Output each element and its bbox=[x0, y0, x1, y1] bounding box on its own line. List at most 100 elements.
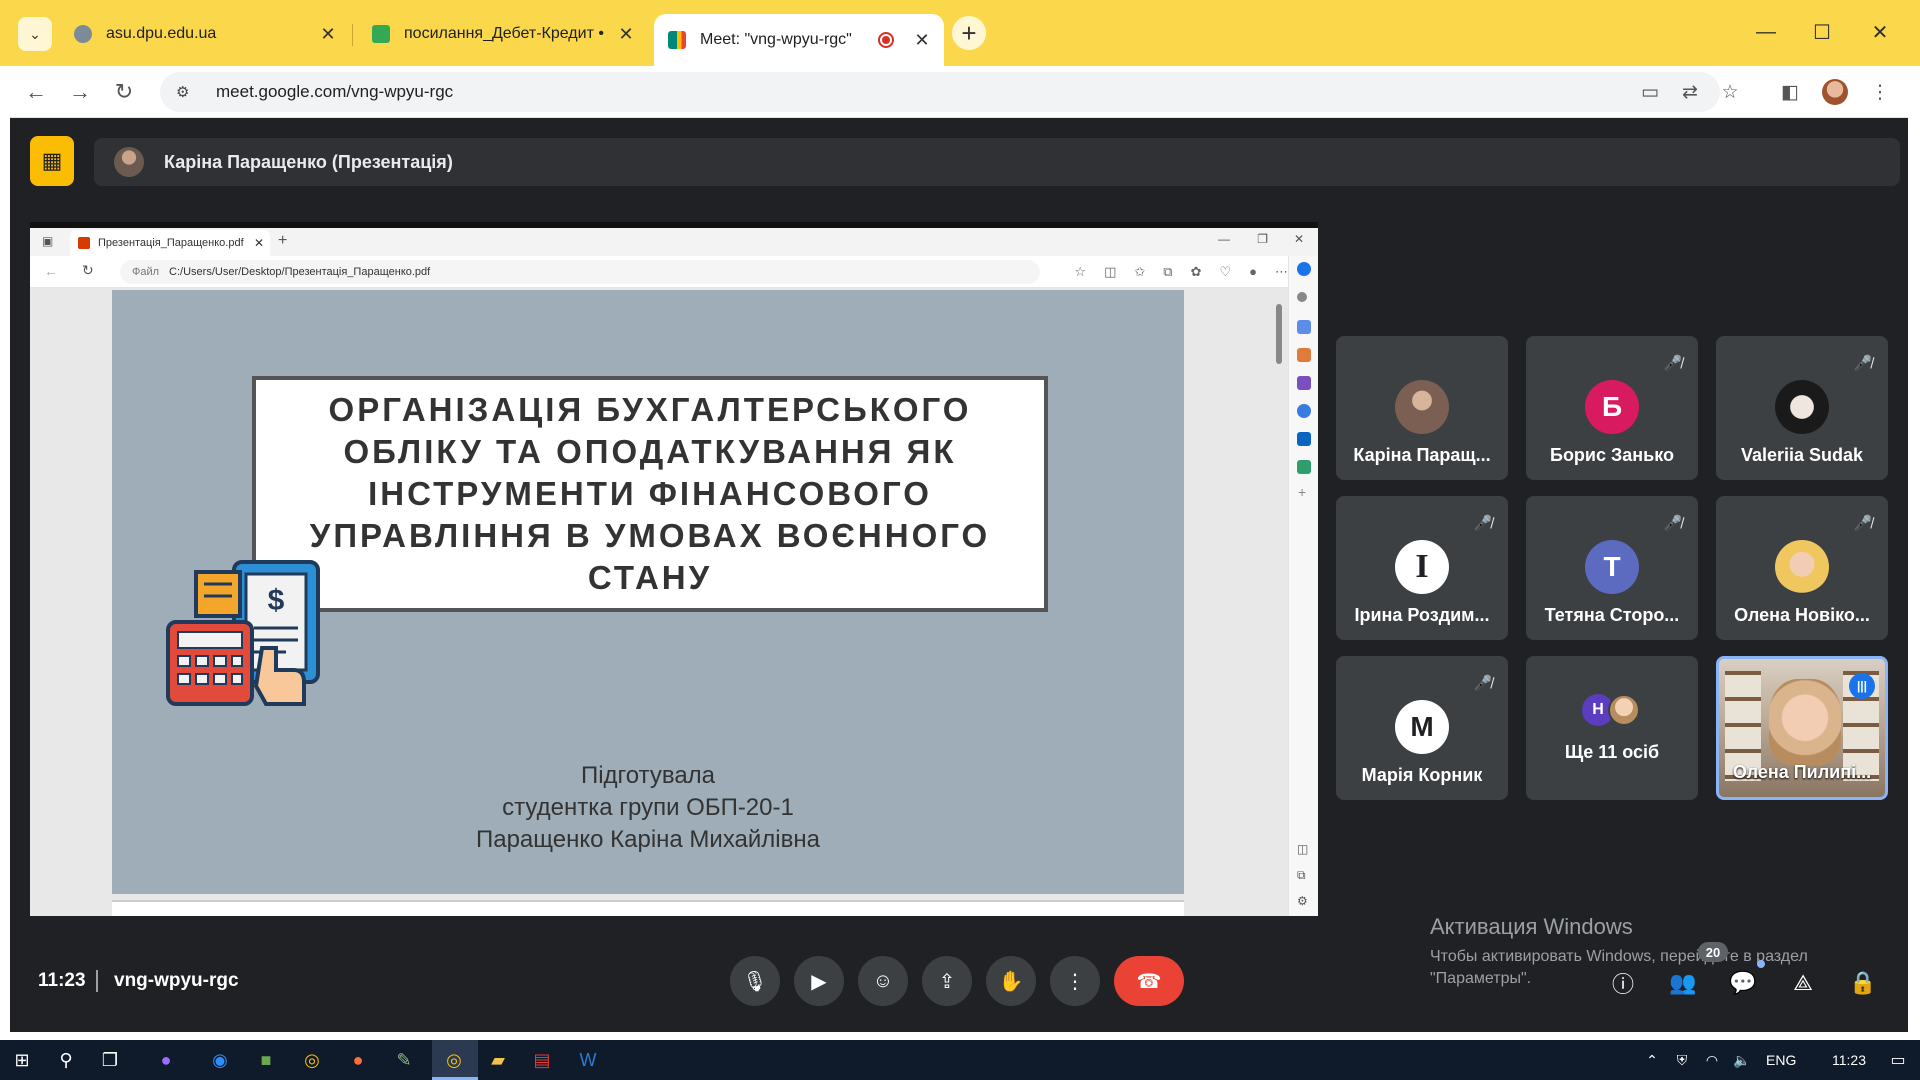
close-tab-icon[interactable]: ✕ bbox=[912, 30, 932, 51]
word-icon[interactable]: W bbox=[576, 1048, 600, 1072]
people-button[interactable]: 👥 bbox=[1668, 968, 1698, 998]
tab-search-button[interactable]: ⌄ bbox=[18, 17, 52, 51]
windows-security-icon[interactable]: ⛨ bbox=[1670, 1048, 1694, 1072]
taskbar-clock[interactable]: 11:23 bbox=[1832, 1052, 1866, 1068]
profile-avatar[interactable] bbox=[1822, 79, 1848, 105]
participant-avatar: I bbox=[1395, 540, 1449, 594]
participant-tile[interactable]: T 🎤̸ Тетяна Сторо... bbox=[1526, 496, 1698, 640]
browser-tab-debet-kredyt[interactable]: посилання_Дебет-Кредит • ko ✕ bbox=[358, 14, 648, 54]
close-tab-icon[interactable]: ✕ bbox=[318, 24, 338, 45]
divider bbox=[96, 970, 98, 992]
close-tab-icon[interactable]: ✕ bbox=[616, 24, 636, 45]
participant-avatar bbox=[1775, 540, 1829, 594]
camera-in-use-icon[interactable]: ▭ bbox=[1636, 78, 1664, 106]
notifications-icon[interactable]: ▭ bbox=[1886, 1048, 1910, 1072]
back-button[interactable]: ← bbox=[20, 76, 52, 108]
input-language[interactable]: ENG bbox=[1766, 1052, 1796, 1068]
people-icon: 👥 bbox=[1669, 970, 1697, 995]
participant-tile[interactable]: I 🎤̸ Ірина Роздим... bbox=[1336, 496, 1508, 640]
app-icon[interactable]: ✎ bbox=[392, 1048, 416, 1072]
participant-name: Каріна Паращ... bbox=[1353, 445, 1491, 465]
wifi-icon[interactable]: ◠ bbox=[1700, 1048, 1724, 1072]
bookmark-star-icon[interactable]: ☆ bbox=[1716, 78, 1744, 106]
participant-name: Марія Корник bbox=[1361, 765, 1483, 785]
window-frame-left bbox=[0, 66, 10, 1032]
browser-tab-asu[interactable]: asu.dpu.edu.ua ✕ bbox=[60, 14, 350, 54]
maximize-window-button[interactable]: ☐ bbox=[1794, 14, 1850, 50]
new-tab-button[interactable]: + bbox=[952, 16, 986, 50]
chrome-icon[interactable]: ◎ bbox=[300, 1048, 324, 1072]
microsoft365-icon bbox=[1297, 404, 1311, 418]
hang-up-icon: ☎ bbox=[1136, 970, 1162, 993]
participant-avatar: T bbox=[1585, 540, 1639, 594]
leave-call-button[interactable]: ☎ bbox=[1114, 956, 1184, 1006]
slide-subtitle: Підготувала студентка групи ОБП-20-1 Пар… bbox=[412, 760, 884, 856]
close-window-button[interactable]: ✕ bbox=[1852, 14, 1908, 50]
participant-tile[interactable]: Б 🎤̸ Борис Занько bbox=[1526, 336, 1698, 480]
show-hidden-icons-icon[interactable]: ⌃ bbox=[1640, 1048, 1664, 1072]
meeting-code[interactable]: vng-wpyu-rgc bbox=[114, 970, 239, 992]
pdf-reader-icon[interactable]: ▤ bbox=[530, 1048, 554, 1072]
address-bar[interactable]: ⚙ meet.google.com/vng-wpyu-rgc bbox=[160, 72, 1720, 112]
mic-icon: 🎙 bbox=[742, 970, 768, 993]
volume-icon[interactable]: 🔈 bbox=[1730, 1048, 1754, 1072]
file-explorer-icon[interactable]: ▰ bbox=[486, 1048, 510, 1072]
forward-button[interactable]: → bbox=[64, 76, 96, 108]
shared-toolbar-icons: ☆ ◫ ✩ ⧉ ✿ ♡ ● ⋯ bbox=[1074, 264, 1288, 280]
activities-icon: ⟁ bbox=[1793, 970, 1813, 995]
reload-button[interactable]: ↻ bbox=[108, 76, 140, 108]
address-url: meet.google.com/vng-wpyu-rgc bbox=[216, 82, 454, 101]
speaking-indicator-icon: ||| bbox=[1849, 673, 1875, 699]
slide-subtitle-line: студентка групи ОБП-20-1 bbox=[502, 794, 794, 821]
camera-button[interactable]: ▶ bbox=[794, 956, 844, 1006]
presenter-avatar bbox=[114, 147, 144, 177]
more-options-button[interactable]: ⋮ bbox=[1050, 956, 1100, 1006]
present-screen-icon: ⇪ bbox=[938, 970, 956, 993]
participant-tile[interactable]: 🎤̸ Олена Новіко... bbox=[1716, 496, 1888, 640]
firefox-icon[interactable]: ● bbox=[346, 1048, 370, 1072]
viber-icon[interactable]: ● bbox=[154, 1048, 178, 1072]
minimize-window-button[interactable]: — bbox=[1738, 14, 1794, 50]
collections-icon: ⧉ bbox=[1163, 264, 1173, 279]
shared-url-field: Файл C:/Users/User/Desktop/Презентація_П… bbox=[120, 260, 1040, 284]
participant-tile[interactable]: 🎤̸ Valeriia Sudak bbox=[1716, 336, 1888, 480]
chat-button[interactable]: 💬 bbox=[1728, 968, 1758, 998]
hand-icon: ✋ bbox=[998, 970, 1024, 993]
meeting-details-button[interactable]: ⓘ bbox=[1608, 968, 1638, 998]
tools-icon bbox=[1297, 348, 1311, 362]
browser-menu-icon[interactable]: ⋮ bbox=[1866, 78, 1894, 106]
stop-presenting-button[interactable]: ▦ bbox=[30, 136, 74, 186]
microphone-button[interactable]: 🎙 bbox=[730, 956, 780, 1006]
task-view-icon[interactable]: ❐ bbox=[98, 1048, 122, 1072]
mic-off-icon: 🎤̸ bbox=[1853, 355, 1873, 372]
reactions-button[interactable]: ☺ bbox=[858, 956, 908, 1006]
participant-tile[interactable]: M 🎤̸ Марія Корник bbox=[1336, 656, 1508, 800]
zoom-icon[interactable]: ◉ bbox=[208, 1048, 232, 1072]
info-icon: ⓘ bbox=[1611, 972, 1634, 997]
meeting-clock: 11:23 bbox=[38, 970, 86, 991]
participant-video bbox=[1769, 679, 1841, 765]
side-panel-icon[interactable]: ◧ bbox=[1776, 78, 1804, 106]
windows-start-icon[interactable]: ⊞ bbox=[10, 1048, 34, 1072]
translate-icon[interactable]: ⇄ bbox=[1676, 78, 1704, 106]
more-vert-icon: ⋮ bbox=[1065, 970, 1085, 993]
presenter-banner: Каріна Паращенко (Презентація) bbox=[94, 138, 1900, 186]
recording-icon bbox=[878, 32, 894, 48]
chrome-active-icon[interactable]: ◎ bbox=[442, 1048, 466, 1072]
extensions-icon: ✿ bbox=[1190, 264, 1202, 279]
participant-tile[interactable]: Каріна Паращ... bbox=[1336, 336, 1508, 480]
slide-subtitle-line: Підготувала bbox=[580, 762, 716, 789]
window-frame-right bbox=[1908, 66, 1920, 1032]
browser-tab-meet[interactable]: Meet: "vng-wpyu-rgc" ✕ bbox=[654, 14, 944, 66]
minecraft-icon[interactable]: ■ bbox=[254, 1048, 278, 1072]
more-participants-tile[interactable]: Н Ще 11 осіб bbox=[1526, 656, 1698, 800]
host-controls-button[interactable]: 🔒 bbox=[1848, 968, 1878, 998]
raise-hand-button[interactable]: ✋ bbox=[986, 956, 1036, 1006]
search-icon[interactable]: ⚲ bbox=[54, 1048, 78, 1072]
pdf-scroll-thumb bbox=[1276, 304, 1282, 364]
participant-video-tile[interactable]: ||| Олена Пилипі... bbox=[1716, 656, 1888, 800]
activities-button[interactable]: ⟁ bbox=[1788, 968, 1818, 998]
present-screen-button[interactable]: ⇪ bbox=[922, 956, 972, 1006]
site-info-icon[interactable]: ⚙ bbox=[176, 83, 198, 101]
tab-title: посилання_Дебет-Кредит • ko bbox=[404, 25, 608, 42]
